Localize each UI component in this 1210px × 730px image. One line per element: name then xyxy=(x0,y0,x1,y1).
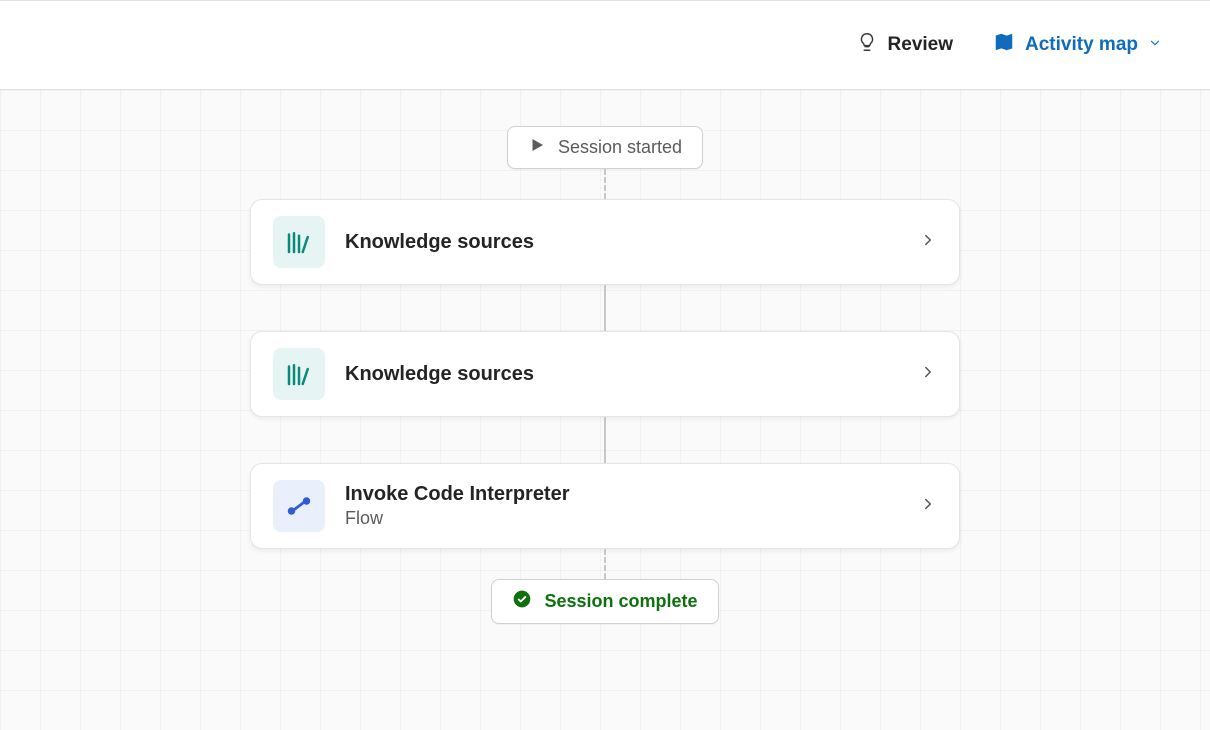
card-title: Invoke Code Interpreter xyxy=(345,483,899,506)
knowledge-icon xyxy=(273,348,325,400)
top-bar: Review Activity map xyxy=(0,0,1210,90)
node-knowledge-sources-2[interactable]: Knowledge sources xyxy=(250,331,960,417)
node-invoke-code-interpreter[interactable]: Invoke Code Interpreter Flow xyxy=(250,463,960,549)
activity-canvas: Session started Knowledge sources Knowle… xyxy=(0,90,1210,730)
card-text: Invoke Code Interpreter Flow xyxy=(345,483,899,529)
review-button[interactable]: Review xyxy=(856,31,953,59)
card-title: Knowledge sources xyxy=(345,363,899,386)
knowledge-icon xyxy=(273,216,325,268)
session-complete-label: Session complete xyxy=(544,591,697,612)
connector xyxy=(604,285,606,331)
flow-icon xyxy=(273,480,325,532)
chevron-right-icon xyxy=(919,231,937,254)
node-knowledge-sources-1[interactable]: Knowledge sources xyxy=(250,199,960,285)
card-title: Knowledge sources xyxy=(345,231,899,254)
check-circle-icon xyxy=(512,589,532,614)
session-complete-pill: Session complete xyxy=(491,579,718,624)
connector xyxy=(604,169,606,199)
connector xyxy=(604,417,606,463)
lightbulb-icon xyxy=(856,31,878,59)
play-icon xyxy=(528,136,546,159)
session-start-label: Session started xyxy=(558,137,682,158)
activity-map-button[interactable]: Activity map xyxy=(993,31,1162,59)
card-text: Knowledge sources xyxy=(345,231,899,254)
chevron-down-icon xyxy=(1148,34,1162,56)
session-start-pill: Session started xyxy=(507,126,703,169)
map-icon xyxy=(993,31,1015,59)
review-label: Review xyxy=(888,34,953,56)
activity-map-label: Activity map xyxy=(1025,34,1138,56)
chevron-right-icon xyxy=(919,495,937,518)
card-subtitle: Flow xyxy=(345,508,899,529)
card-text: Knowledge sources xyxy=(345,363,899,386)
connector xyxy=(604,549,606,579)
chevron-right-icon xyxy=(919,363,937,386)
